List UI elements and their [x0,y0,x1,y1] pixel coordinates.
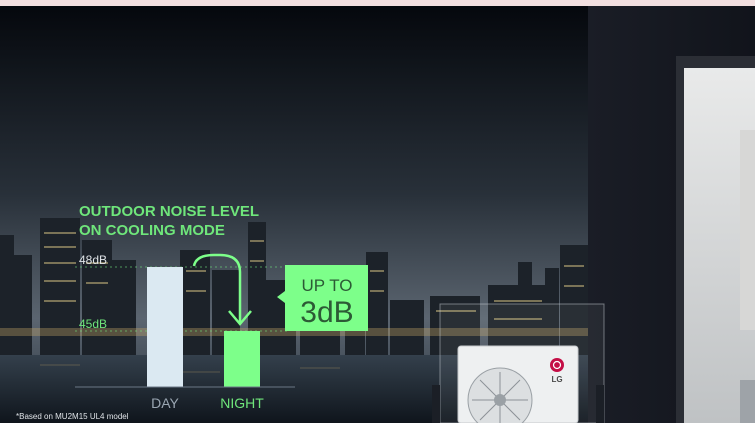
noise-chart: OUTDOOR NOISE LEVEL ON COOLING MODE 48dB… [16,203,368,421]
chart-title-line-2: ON COOLING MODE [79,222,225,239]
callout-badge: UP TO 3dB [277,265,368,331]
bar-night [224,331,260,387]
banner-scene: LG OUTDOOR NOISE LEVEL ON COOLING MODE 4… [0,0,755,423]
footnote: *Based on MU2M15 UL4 model [16,412,129,421]
category-label-day: DAY [151,395,179,411]
chart-title-line-1: OUTDOOR NOISE LEVEL [79,203,259,220]
callout-value: 3dB [300,296,353,329]
tick-label-48: 48dB [79,253,107,267]
callout-up-to: UP TO [301,276,352,295]
category-label-night: NIGHT [220,395,264,411]
curved-arrow-down-icon [192,253,252,326]
bar-day [147,267,183,387]
tick-label-45: 45dB [79,317,107,331]
